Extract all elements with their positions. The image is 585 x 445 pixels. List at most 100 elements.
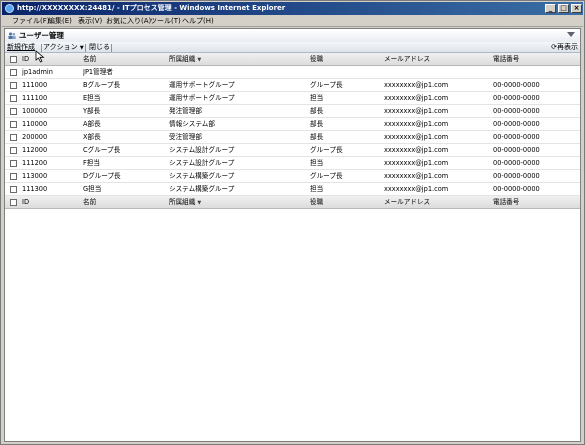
row-checkbox[interactable] [10,121,17,128]
footer-org[interactable]: 所属組織 ▼ [169,196,305,209]
menu-bar: ファイル(F) 編集(E) 表示(V) お気に入り(A) ツール(T) ヘルプ(… [2,15,583,27]
cell-mail: xxxxxxxx@jp1.com [384,146,449,154]
cell-org: 情報システム部 [169,120,215,128]
table-row[interactable]: 111000 Bグループ長 運用サポートグループ グループ長 xxxxxxxx@… [5,79,580,92]
cell-id: 111200 [22,159,48,167]
menu-view[interactable]: 表示(V) [78,16,102,26]
cell-id: jp1admin [22,68,53,76]
cell-org: システム設計グループ [169,146,235,154]
minimize-button[interactable]: _ [545,4,556,13]
cell-id: 200000 [22,133,48,141]
header-id[interactable]: ID [22,53,82,65]
browser-window: http://XXXXXXXX:24481/ - ITプロセス管理 - Wind… [0,0,585,445]
footer-role[interactable]: 役職 [310,196,382,208]
cell-tel: 00-0000-0000 [493,120,540,128]
menu-tools[interactable]: ツール(T) [150,16,181,26]
row-checkbox[interactable] [10,160,17,167]
refresh-button[interactable]: ⟳再表示 [551,42,578,53]
row-checkbox[interactable] [10,147,17,154]
table-footer-row: ID 名前 所属組織 ▼ 役職 メールアドレス 電話番号 [5,196,580,209]
row-checkbox[interactable] [10,82,17,89]
cell-tel: 00-0000-0000 [493,159,540,167]
cell-role: 部長 [310,120,324,128]
menu-file[interactable]: ファイル(F) [12,16,50,26]
header-tel[interactable]: 電話番号 [493,53,579,65]
footer-org-label: 所属組織 [169,198,196,206]
row-checkbox[interactable] [10,186,17,193]
menu-favorites[interactable]: お気に入り(A) [106,16,151,26]
cell-name: Dグループ長 [83,172,121,180]
cell-tel: 00-0000-0000 [493,172,540,180]
page-header: ユーザー管理 [5,29,580,42]
window-title: http://XXXXXXXX:24481/ - ITプロセス管理 - Wind… [17,4,286,12]
cell-tel: 00-0000-0000 [493,146,540,154]
table-row[interactable]: jp1admin JP1管理者 [5,66,580,79]
cell-id: 100000 [22,107,48,115]
cell-id: 111300 [22,185,48,193]
table-row[interactable]: 111300 G担当 システム構築グループ 担当 xxxxxxxx@jp1.co… [5,183,580,196]
cell-name: Bグループ長 [83,81,121,89]
table-row[interactable]: 111100 E担当 運用サポートグループ 担当 xxxxxxxx@jp1.co… [5,92,580,105]
internet-explorer-icon [5,4,14,13]
page-title: ユーザー管理 [19,31,64,40]
cell-name: E担当 [83,94,101,102]
cell-mail: xxxxxxxx@jp1.com [384,172,449,180]
page-content: ユーザー管理 新規作成 アクション ▼ 閉じる ⟳再表示 ID 名前 所属組織 ▼ [4,28,581,442]
cell-role: グループ長 [310,172,343,180]
cell-name: X部長 [83,133,101,141]
cell-mail: xxxxxxxx@jp1.com [384,94,449,102]
cell-org: システム設計グループ [169,159,235,167]
users-icon [8,32,16,39]
chevron-down-icon: ▼ [79,45,84,51]
cell-tel: 00-0000-0000 [493,81,540,89]
cell-mail: xxxxxxxx@jp1.com [384,133,449,141]
header-org[interactable]: 所属組織 ▼ [169,53,305,66]
row-checkbox[interactable] [10,108,17,115]
cell-org: システム構築グループ [169,172,235,180]
table-row[interactable]: 200000 X部長 受注管理部 部長 xxxxxxxx@jp1.com 00-… [5,131,580,144]
close-window-button[interactable]: × [571,4,582,13]
select-all-checkbox[interactable] [10,56,17,63]
cell-tel: 00-0000-0000 [493,185,540,193]
cell-mail: xxxxxxxx@jp1.com [384,185,449,193]
toolbar-separator [111,44,112,52]
row-checkbox[interactable] [10,134,17,141]
header-role[interactable]: 役職 [310,53,382,65]
table-row[interactable]: 111200 F担当 システム設計グループ 担当 xxxxxxxx@jp1.co… [5,157,580,170]
cell-role: 担当 [310,159,324,167]
table-row[interactable]: 100000 Y部長 発注管理部 部長 xxxxxxxx@jp1.com 00-… [5,105,580,118]
cell-role: グループ長 [310,81,343,89]
cell-id: 111000 [22,81,48,89]
footer-mail[interactable]: メールアドレス [384,196,494,208]
menu-help[interactable]: ヘルプ(H) [182,16,214,26]
footer-id[interactable]: ID [22,196,82,208]
new-button[interactable]: 新規作成 [7,42,35,53]
close-button[interactable]: 閉じる [89,42,110,53]
mouse-cursor-icon [35,50,45,63]
cell-name: A部長 [83,120,101,128]
table-row[interactable]: 113000 Dグループ長 システム構築グループ グループ長 xxxxxxxx@… [5,170,580,183]
maximize-button[interactable]: □ [558,4,569,13]
menu-edit[interactable]: 編集(E) [48,16,72,26]
select-all-checkbox-footer[interactable] [10,199,17,206]
cell-tel: 00-0000-0000 [493,107,540,115]
cell-org: 運用サポートグループ [169,94,235,102]
collapse-icon[interactable] [567,32,575,37]
footer-name[interactable]: 名前 [83,196,165,208]
footer-tel[interactable]: 電話番号 [493,196,579,208]
row-checkbox[interactable] [10,173,17,180]
header-name[interactable]: 名前 [83,53,165,65]
row-checkbox[interactable] [10,95,17,102]
refresh-label: 再表示 [557,43,578,51]
table-row[interactable]: 112000 Cグループ長 システム設計グループ グループ長 xxxxxxxx@… [5,144,580,157]
row-checkbox[interactable] [10,69,17,76]
cell-org: 受注管理部 [169,133,202,141]
header-mail[interactable]: メールアドレス [384,53,494,65]
cell-role: 担当 [310,185,324,193]
action-menu-label: アクション [43,43,78,51]
cell-org: システム構築グループ [169,185,235,193]
cell-name: F担当 [83,159,100,167]
table-row[interactable]: 110000 A部長 情報システム部 部長 xxxxxxxx@jp1.com 0… [5,118,580,131]
cell-id: 110000 [22,120,48,128]
cell-name: JP1管理者 [83,68,113,76]
